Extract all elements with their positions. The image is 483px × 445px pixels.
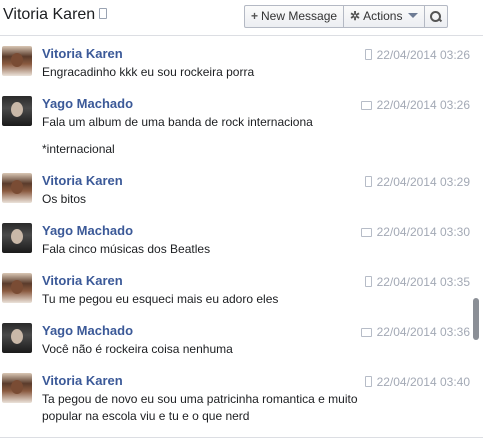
message-text: Ta pegou de novo eu sou uma patricinha r… bbox=[42, 392, 358, 406]
chat-icon bbox=[360, 228, 372, 237]
message-timestamp: 22/04/2014 03:36 bbox=[360, 325, 470, 339]
timestamp-text: 22/04/2014 03:26 bbox=[376, 48, 470, 62]
plus-icon: + bbox=[251, 9, 259, 23]
chat-icon bbox=[360, 328, 372, 337]
message-timestamp: 22/04/2014 03:40 bbox=[364, 375, 470, 389]
message-text: Fala um album de uma banda de rock inter… bbox=[42, 115, 313, 129]
conversation-title-text: Vitoria Karen bbox=[3, 6, 96, 23]
avatar[interactable] bbox=[2, 223, 32, 253]
timestamp-text: 22/04/2014 03:36 bbox=[376, 325, 470, 339]
message-timestamp: 22/04/2014 03:26 bbox=[360, 98, 470, 112]
timestamp-text: 22/04/2014 03:30 bbox=[376, 225, 470, 239]
message-timestamp: 22/04/2014 03:29 bbox=[364, 175, 470, 189]
message-text: Os bitos bbox=[42, 192, 87, 206]
message-thread[interactable]: Vitoria Karen 22/04/2014 03:26 Engracadi… bbox=[0, 36, 470, 436]
mobile-icon bbox=[364, 276, 372, 287]
timestamp-text: 22/04/2014 03:29 bbox=[376, 175, 470, 189]
timestamp-text: 22/04/2014 03:35 bbox=[376, 275, 470, 289]
conversation-title: Vitoria Karen bbox=[3, 6, 108, 24]
message-text: Engracadinho kkk eu sou rockeira porra bbox=[42, 65, 255, 79]
timestamp-text: 22/04/2014 03:26 bbox=[376, 98, 470, 112]
chat-icon bbox=[360, 101, 372, 110]
gear-icon: ✲ bbox=[350, 9, 361, 23]
message-author[interactable]: Vitoria Karen bbox=[42, 373, 123, 388]
avatar[interactable] bbox=[2, 46, 32, 76]
message-author[interactable]: Vitoria Karen bbox=[42, 273, 123, 288]
scrollbar-thumb[interactable] bbox=[473, 298, 479, 340]
conversation-toolbar: + New Message ✲ Actions bbox=[244, 5, 449, 28]
message-text: Tu me pegou eu esqueci mais eu adoro ele… bbox=[42, 292, 279, 306]
avatar[interactable] bbox=[2, 96, 32, 126]
chevron-down-icon bbox=[408, 13, 419, 18]
message-timestamp: 22/04/2014 03:30 bbox=[360, 225, 470, 239]
avatar[interactable] bbox=[2, 173, 32, 203]
message-timestamp: 22/04/2014 03:26 bbox=[364, 48, 470, 62]
actions-button[interactable]: ✲ Actions bbox=[344, 6, 426, 27]
message-author[interactable]: Yago Machado bbox=[42, 323, 133, 338]
message-text: Você não é rockeira coisa nenhuma bbox=[42, 342, 233, 356]
message-author[interactable]: Vitoria Karen bbox=[42, 173, 123, 188]
message-text: *internacional bbox=[42, 142, 115, 156]
message-author[interactable]: Vitoria Karen bbox=[42, 46, 123, 61]
avatar[interactable] bbox=[2, 273, 32, 303]
divider bbox=[0, 437, 483, 438]
new-message-label: New Message bbox=[261, 9, 338, 23]
message-text: popular na escola viu e tu e o que nerd bbox=[42, 409, 250, 423]
new-message-button[interactable]: + New Message bbox=[245, 6, 345, 27]
avatar[interactable] bbox=[2, 323, 32, 353]
message-text: Fala cinco músicas dos Beatles bbox=[42, 242, 211, 256]
message-timestamp: 22/04/2014 03:35 bbox=[364, 275, 470, 289]
conversation-header: Vitoria Karen + New Message ✲ Actions bbox=[0, 0, 483, 36]
mobile-icon bbox=[99, 8, 108, 19]
mobile-icon bbox=[364, 376, 372, 387]
message-author[interactable]: Yago Machado bbox=[42, 223, 133, 238]
mobile-icon bbox=[364, 49, 372, 60]
avatar[interactable] bbox=[2, 373, 32, 403]
message-author[interactable]: Yago Machado bbox=[42, 96, 133, 111]
mobile-icon bbox=[364, 176, 372, 187]
actions-label: Actions bbox=[363, 9, 403, 23]
search-button[interactable] bbox=[425, 6, 447, 27]
timestamp-text: 22/04/2014 03:40 bbox=[376, 375, 470, 389]
